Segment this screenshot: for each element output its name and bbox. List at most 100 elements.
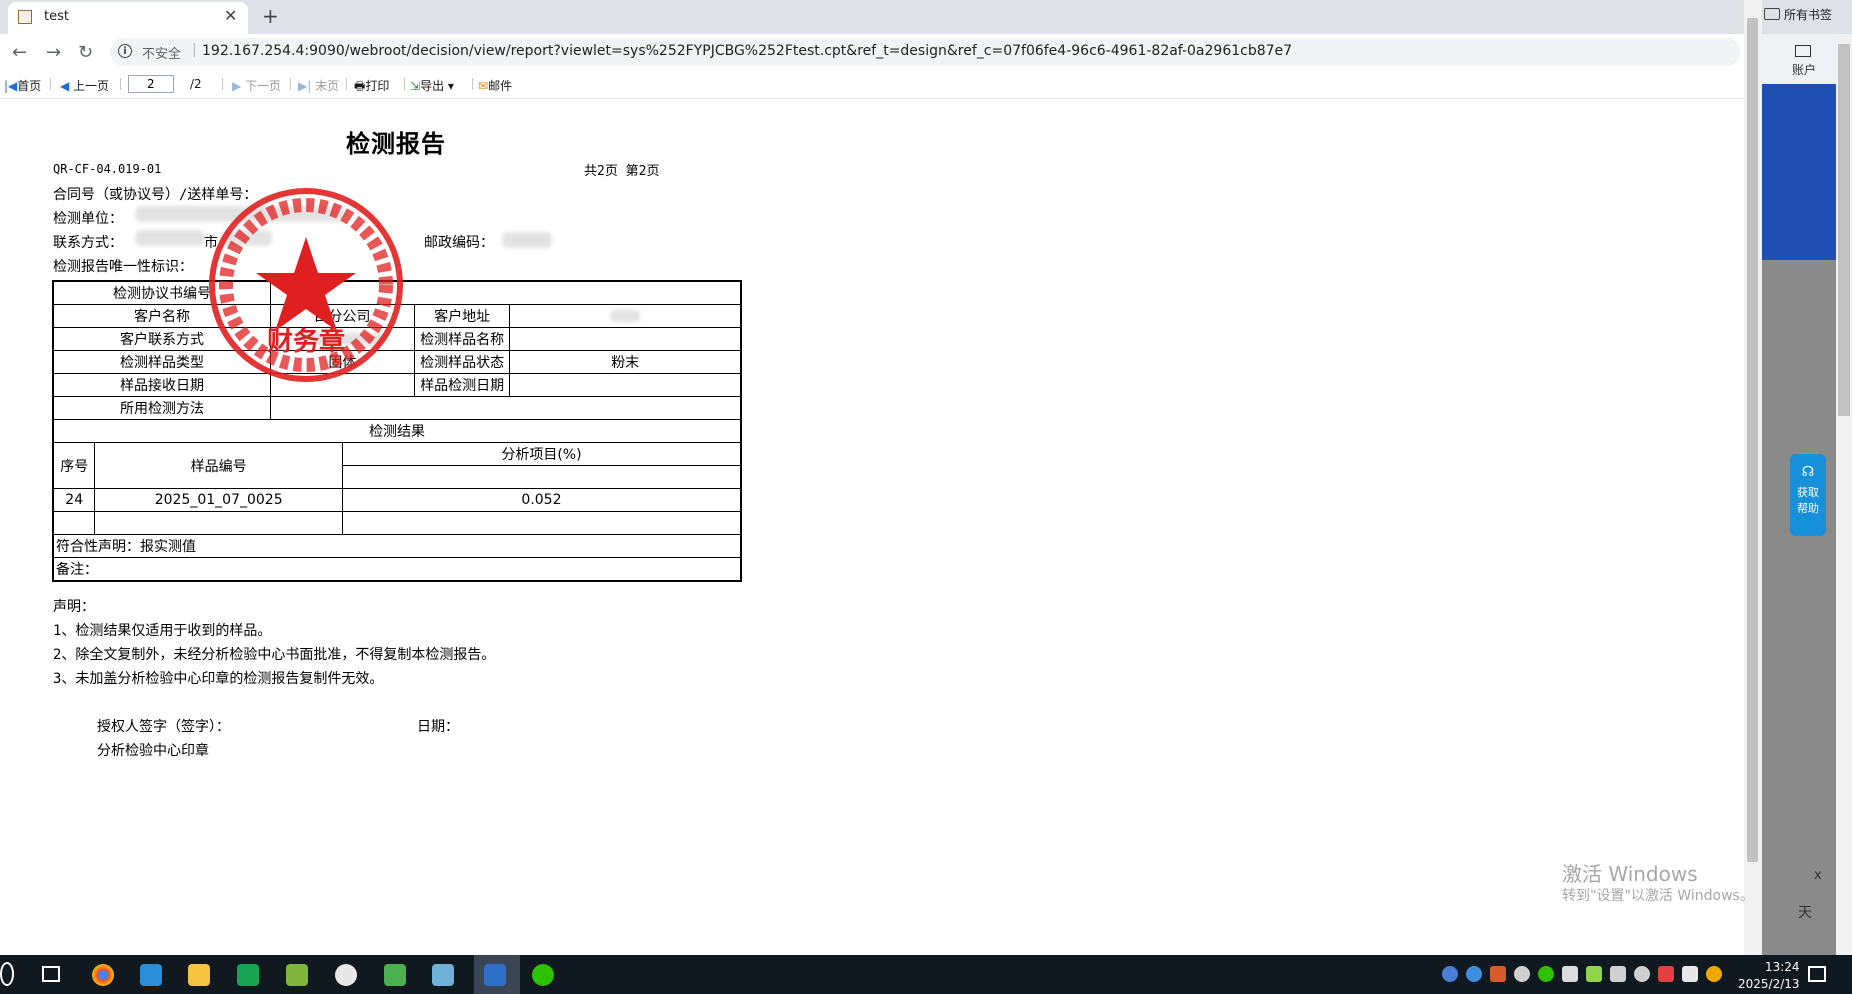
edit-tool-icon[interactable] xyxy=(432,964,454,986)
empty-cell xyxy=(52,511,96,535)
tray-shield-icon[interactable] xyxy=(1586,966,1602,982)
chevron-down-icon: ▾ xyxy=(444,79,454,93)
info-icon[interactable]: i xyxy=(118,44,132,58)
redacted-addr xyxy=(610,310,641,322)
activation-watermark-hint: 转到"设置"以激活 Windows。 xyxy=(1562,888,1754,904)
col-items-header: 分析项目(%) xyxy=(341,442,742,466)
toolbar-divider xyxy=(472,78,473,90)
clock[interactable]: 13:24 2025/2/13 xyxy=(1738,959,1800,993)
row-no: 24 xyxy=(52,488,96,512)
unit-label: 检测单位： xyxy=(53,211,123,227)
customer-addr-label: 客户地址 xyxy=(413,304,511,328)
spreadsheet-icon[interactable] xyxy=(237,964,259,986)
task-view-icon[interactable] xyxy=(42,966,60,982)
table-row xyxy=(52,511,742,535)
side-close-button[interactable]: x xyxy=(1814,868,1822,883)
empty-cell xyxy=(94,511,343,535)
last-page-icon: ▶| xyxy=(298,79,316,93)
notification-icon[interactable] xyxy=(1808,966,1826,982)
ime-icon[interactable] xyxy=(1682,966,1698,982)
get-help-button[interactable]: ☊ 获取 帮助 xyxy=(1790,454,1826,536)
page-total: /2 xyxy=(190,77,202,91)
first-page-button[interactable]: |◀首页 xyxy=(4,77,41,94)
reload-icon[interactable]: ↻ xyxy=(78,42,93,63)
monitor-app-icon[interactable] xyxy=(140,964,162,986)
prev-page-button[interactable]: ◀ 上一页 xyxy=(60,77,109,94)
redacted-contact xyxy=(135,230,205,246)
designer-app-icon[interactable] xyxy=(484,964,506,986)
row-value: 0.052 xyxy=(341,488,742,512)
customer-addr-value xyxy=(509,304,742,328)
tray-search-icon[interactable] xyxy=(1466,966,1482,982)
statement-3: 3、未加盖分析检验中心印章的检测报告复制件无效。 xyxy=(53,671,384,687)
close-tab-icon[interactable]: ✕ xyxy=(224,6,237,25)
row-sample-no: 2025_01_07_0025 xyxy=(94,488,343,512)
remote-tool-icon[interactable] xyxy=(286,964,308,986)
print-button[interactable]: 🖶打印 xyxy=(354,77,389,98)
toolbar-divider xyxy=(346,78,347,90)
postcode-label: 邮政编码： xyxy=(424,235,494,251)
side-scrollbar-thumb[interactable] xyxy=(1838,44,1850,416)
table-row: 24 2025_01_07_0025 0.052 xyxy=(52,488,742,512)
page-scrollbar-thumb[interactable] xyxy=(1747,18,1758,862)
sample-name-label: 检测样品名称 xyxy=(413,327,511,351)
table-row: 检测结果 xyxy=(52,419,742,443)
folder-icon xyxy=(1764,8,1780,20)
printer-icon: 🖶 xyxy=(354,79,366,93)
date-label: 日期： xyxy=(417,719,459,735)
search-icon[interactable] xyxy=(0,962,14,986)
tray-wechat-icon[interactable] xyxy=(1538,966,1554,982)
report-title: 检测报告 xyxy=(346,129,446,158)
sample-state-label: 检测样品状态 xyxy=(413,350,511,374)
table-row: 符合性声明：报实测值 xyxy=(52,534,742,558)
mail-icon: ✉ xyxy=(478,79,489,93)
page-info: 共2页 第2页 xyxy=(584,164,660,179)
account-label[interactable]: 账户 xyxy=(1792,61,1816,78)
tray-search-app-icon[interactable] xyxy=(1706,966,1722,982)
url-text[interactable]: 192.167.254.4:9090/webroot/decision/view… xyxy=(202,43,1292,59)
speaker-mute-icon[interactable] xyxy=(1634,966,1650,982)
col-items-sub xyxy=(341,465,742,489)
signer-label: 授权人签字（签字）： xyxy=(97,719,230,735)
new-tab-button[interactable]: + xyxy=(262,4,279,28)
toolbar-divider xyxy=(290,78,291,90)
page-number-input[interactable] xyxy=(128,75,174,93)
prev-page-icon: ◀ xyxy=(60,79,74,93)
table-row: 备注： xyxy=(52,557,742,582)
redacted-postcode xyxy=(502,232,552,248)
export-icon: ⇲ xyxy=(410,79,421,93)
tray-security-icon[interactable] xyxy=(1490,966,1506,982)
back-arrow-icon[interactable]: ← xyxy=(12,42,27,63)
pinball-icon[interactable] xyxy=(335,964,357,986)
col-no-header: 序号 xyxy=(52,442,96,489)
mail-button[interactable]: ✉邮件 xyxy=(478,77,512,94)
help-label-1: 获取 xyxy=(1797,486,1819,499)
forward-arrow-icon[interactable]: → xyxy=(46,42,61,63)
chrome-icon[interactable] xyxy=(92,964,114,986)
tray-battery-icon[interactable] xyxy=(1562,966,1578,982)
next-page-button[interactable]: ▶ 下一页 xyxy=(232,77,281,94)
tray-input-icon[interactable] xyxy=(1610,966,1626,982)
file-explorer-icon[interactable] xyxy=(188,964,210,986)
weather-label: 天 xyxy=(1798,905,1812,921)
network-icon[interactable] xyxy=(1658,966,1674,982)
clock-date: 2025/2/13 xyxy=(1738,977,1800,991)
test-date-label: 样品检测日期 xyxy=(413,373,511,397)
insecure-label[interactable]: 不安全 xyxy=(142,43,181,62)
last-page-button[interactable]: ▶| 末页 xyxy=(298,77,339,94)
all-bookmarks-label: 所有书签 xyxy=(1784,8,1833,22)
notepad-icon[interactable] xyxy=(384,964,406,986)
tray-app-icon[interactable] xyxy=(1442,966,1458,982)
tray-cloud-icon[interactable] xyxy=(1514,966,1530,982)
wechat-icon[interactable] xyxy=(532,964,554,986)
toolbar-divider xyxy=(120,78,121,90)
url-separator: | xyxy=(192,42,197,58)
doc-code: QR-CF-04.019-01 xyxy=(53,162,162,176)
unique-id-label: 检测报告唯一性标识： xyxy=(53,259,193,275)
contact-label: 联系方式： xyxy=(53,235,123,251)
toolbar-divider xyxy=(404,78,405,90)
method-label: 所用检测方法 xyxy=(52,396,272,420)
export-button[interactable]: ⇲导出 ▾ xyxy=(410,77,454,94)
all-bookmarks-button[interactable]: 所有书签 xyxy=(1764,6,1832,23)
account-icon[interactable] xyxy=(1795,45,1811,57)
